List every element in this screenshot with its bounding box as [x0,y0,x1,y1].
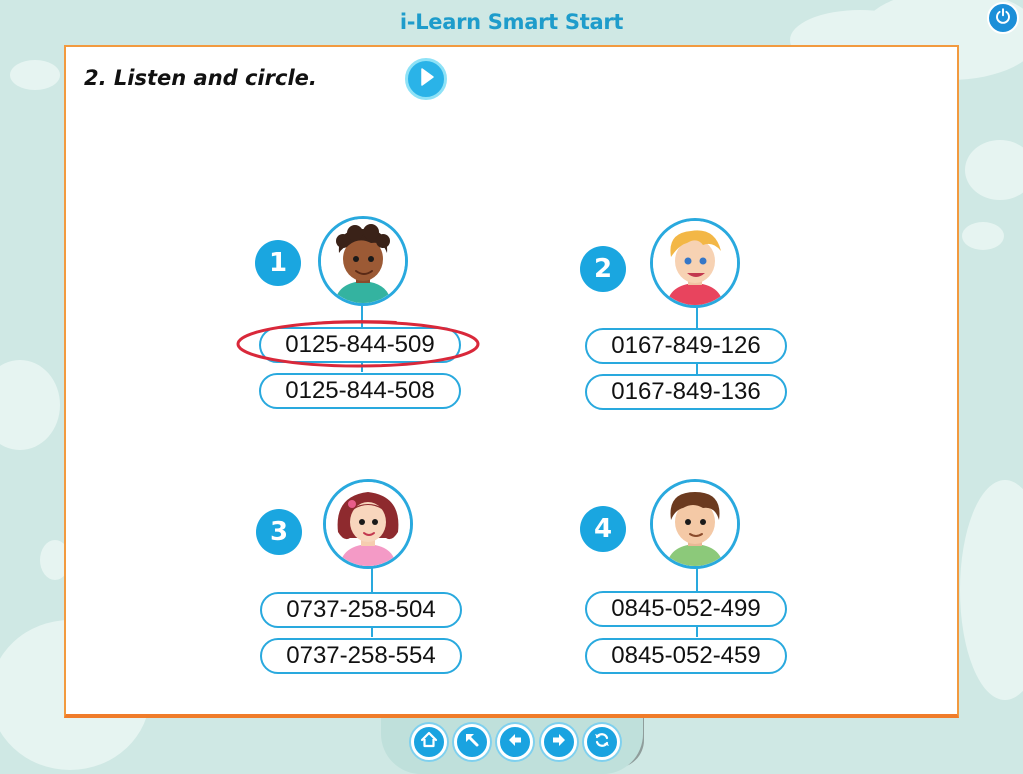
background-cloud [10,60,60,90]
phone-option[interactable]: 0845-052-499 [585,591,787,627]
power-icon [994,7,1012,29]
power-button[interactable] [987,2,1019,34]
phone-option[interactable]: 0845-052-459 [585,638,787,674]
phone-option[interactable]: 0167-849-126 [585,328,787,364]
refresh-button[interactable] [584,724,620,760]
next-button[interactable] [541,724,577,760]
phone-option[interactable]: 0737-258-504 [260,592,462,628]
phone-option[interactable]: 0125-844-509 [259,327,461,363]
exercise-instruction: 2. Listen and circle. [84,66,317,90]
item-number-badge: 4 [580,506,626,552]
previous-button[interactable] [497,724,533,760]
background-cloud [965,140,1023,200]
avatar [323,479,413,569]
avatar [650,479,740,569]
next-icon [549,730,569,754]
background-cloud [962,222,1004,250]
background-cloud [960,480,1023,700]
play-icon [415,66,437,92]
item-number-badge: 1 [255,240,301,286]
background-cloud [0,360,60,450]
avatar [318,216,408,306]
back-to-menu-button[interactable] [454,724,490,760]
phone-option[interactable]: 0167-849-136 [585,374,787,410]
app-title: i-Learn Smart Start [399,10,624,34]
back-to-menu-icon [462,730,482,754]
item-number-badge: 3 [256,509,302,555]
previous-icon [505,730,525,754]
phone-option[interactable]: 0125-844-508 [259,373,461,409]
exercise-panel [64,45,959,718]
play-audio-button[interactable] [405,58,447,100]
home-button[interactable] [411,724,447,760]
item-number-badge: 2 [580,246,626,292]
avatar [650,218,740,308]
phone-option[interactable]: 0737-258-554 [260,638,462,674]
refresh-icon [592,730,612,754]
home-icon [419,730,439,754]
